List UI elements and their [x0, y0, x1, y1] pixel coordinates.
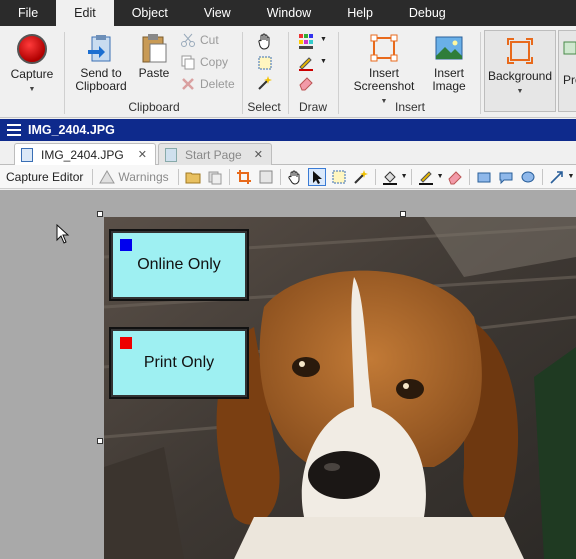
dropdown-caret-icon: ▼ [28, 86, 36, 93]
dropdown-caret-icon[interactable]: ▼ [568, 173, 575, 180]
toolbar-separator [468, 168, 470, 185]
document-tabs: IMG_2404.JPG ✕ Start Page ✕ [0, 141, 576, 165]
ribbon-separator [64, 32, 65, 114]
eraser-icon[interactable] [297, 74, 315, 92]
close-tab-icon[interactable]: ✕ [254, 148, 263, 161]
dropdown-caret-icon[interactable]: ▼ [320, 36, 327, 43]
dropdown-caret-icon: ▼ [516, 88, 524, 95]
background-button[interactable]: Background ▼ [484, 30, 556, 112]
toolbar-separator [410, 168, 412, 185]
eraser-icon[interactable] [447, 169, 463, 185]
send-to-clipboard-button[interactable]: Send to Clipboard [70, 32, 132, 93]
hand-pan-icon[interactable] [256, 32, 274, 50]
copy-button[interactable]: Copy [180, 52, 228, 72]
menu-bar: File Edit Object View Window Help Debug [0, 0, 576, 26]
screenshot-crop-icon [370, 34, 398, 62]
document-title-bar: IMG_2404.JPG [0, 119, 576, 141]
resize-icon[interactable] [258, 169, 274, 185]
warnings-button[interactable]: Warnings [118, 170, 174, 184]
record-icon [17, 34, 47, 64]
group-label-clipboard: Clipboard [128, 100, 180, 114]
pointer-arrow-icon[interactable] [307, 167, 326, 186]
selection-handle[interactable] [400, 211, 406, 217]
arrow-tool-icon[interactable] [549, 169, 565, 185]
select-region-icon[interactable] [256, 54, 274, 72]
image-icon [435, 36, 463, 60]
paste-icon [142, 34, 167, 63]
scissors-icon [181, 33, 195, 47]
copy-icon [181, 55, 195, 70]
insert-image-button[interactable]: Insert Image [424, 32, 474, 93]
toolbar-separator [177, 168, 179, 185]
paste-button[interactable]: Paste [134, 32, 174, 80]
callout-print-only[interactable]: Print Only [109, 327, 249, 399]
image-file-icon [21, 147, 33, 162]
folder-icon[interactable] [185, 169, 201, 185]
group-label-insert: Insert [394, 100, 425, 114]
ellipse-tool-icon[interactable] [520, 169, 536, 185]
insert-screenshot-button[interactable]: Insert Screenshot ▼ [346, 32, 422, 108]
menu-view[interactable]: View [186, 0, 249, 26]
editor-toolbar: Capture Editor Warnings ▼ ▼ ▼ [0, 165, 576, 189]
selection-handle[interactable] [97, 438, 103, 444]
ribbon-separator [288, 32, 289, 114]
color-palette-icon[interactable] [297, 32, 315, 50]
toolbar-separator [374, 168, 376, 185]
dropdown-caret-icon[interactable]: ▼ [320, 58, 327, 65]
start-page-icon [165, 147, 177, 162]
menu-help[interactable]: Help [329, 0, 391, 26]
tab-start-page[interactable]: Start Page ✕ [158, 143, 272, 165]
callout-tool-icon[interactable] [498, 169, 514, 185]
pen-icon[interactable] [297, 54, 315, 72]
blue-marker-icon [120, 239, 132, 251]
toolbar-separator [541, 168, 543, 185]
fill-bucket-icon[interactable] [382, 169, 398, 185]
properties-icon [563, 41, 576, 55]
magic-wand-icon[interactable] [256, 74, 274, 92]
warning-icon[interactable] [99, 169, 116, 185]
mouse-cursor-icon [56, 224, 70, 244]
toolbar-separator [92, 168, 94, 185]
close-tab-icon[interactable]: ✕ [138, 148, 147, 161]
menu-edit[interactable]: Edit [56, 0, 114, 26]
delete-button[interactable]: Delete [180, 74, 235, 94]
canvas-crop-icon [507, 38, 533, 64]
menu-object[interactable]: Object [114, 0, 186, 26]
capture-editor-label: Capture Editor [6, 169, 84, 184]
select-region-icon[interactable] [331, 169, 347, 185]
document-title: IMG_2404.JPG [28, 123, 115, 137]
delete-x-icon [182, 78, 194, 90]
menu-debug[interactable]: Debug [391, 0, 464, 26]
properties-button[interactable]: Pro [558, 30, 576, 112]
menu-file[interactable]: File [0, 0, 56, 26]
selection-handle[interactable] [97, 211, 103, 217]
capture-button[interactable]: Capture ▼ [6, 34, 58, 96]
toolbar-separator [228, 168, 230, 185]
dropdown-caret-icon[interactable]: ▼ [401, 173, 408, 180]
copy-pages-icon[interactable] [207, 169, 223, 185]
hamburger-menu-icon[interactable] [7, 124, 21, 136]
ribbon-separator [338, 32, 339, 114]
hand-pan-icon[interactable] [287, 169, 303, 185]
tab-img-2404[interactable]: IMG_2404.JPG ✕ [14, 143, 156, 165]
cut-button[interactable]: Cut [180, 30, 219, 50]
send-to-clipboard-icon [88, 35, 111, 62]
red-marker-icon [120, 337, 132, 349]
ribbon-separator [480, 32, 481, 114]
crop-icon[interactable] [236, 169, 252, 185]
pen-icon[interactable] [418, 169, 434, 185]
dropdown-caret-icon[interactable]: ▼ [437, 173, 444, 180]
toolbar-separator [279, 168, 281, 185]
ribbon: Capture ▼ Send to Clipboard Paste Cut Co… [0, 26, 576, 118]
menu-window[interactable]: Window [249, 0, 329, 26]
magic-wand-icon[interactable] [353, 169, 369, 185]
group-label-draw: Draw [298, 100, 327, 114]
callout-online-only[interactable]: Online Only [109, 229, 249, 301]
group-label-select: Select [247, 100, 281, 114]
rectangle-tool-icon[interactable] [476, 169, 492, 185]
editor-canvas[interactable]: Online Only Print Only [0, 190, 576, 559]
